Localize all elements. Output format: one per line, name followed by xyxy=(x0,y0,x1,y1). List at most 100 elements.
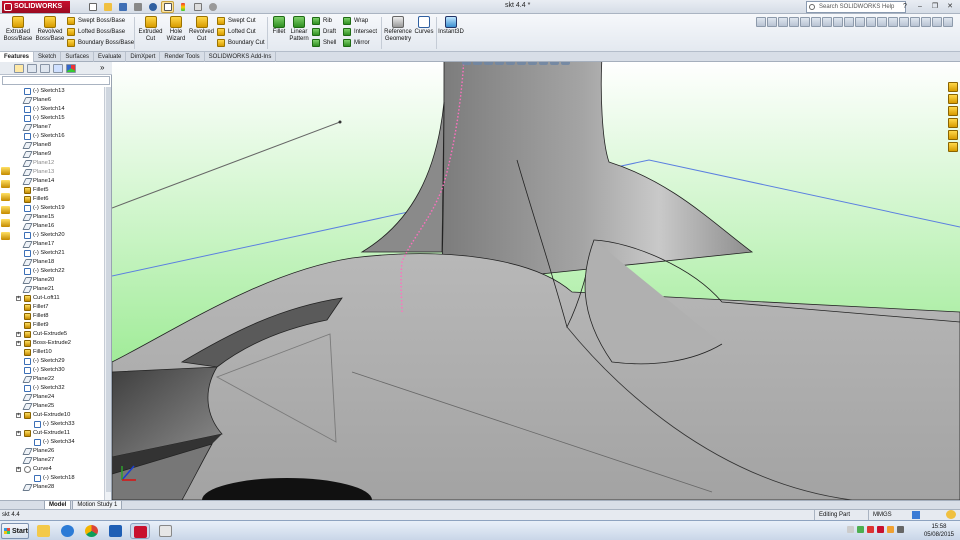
planes-icon[interactable] xyxy=(943,17,953,27)
extruded-cut-button[interactable]: Extruded Cut xyxy=(137,16,164,43)
feature-manager-icon[interactable] xyxy=(14,64,24,73)
appearances-icon[interactable] xyxy=(948,130,958,140)
shadows-icon[interactable] xyxy=(866,17,876,27)
extruded-boss-button[interactable]: Extruded Boss/Base xyxy=(3,16,33,43)
save-button[interactable] xyxy=(116,1,129,13)
close-button[interactable]: ✕ xyxy=(944,1,956,12)
taskbar-outlook[interactable] xyxy=(106,523,126,539)
tab-features[interactable]: Features xyxy=(0,52,35,62)
rib-button[interactable]: Rib xyxy=(311,16,332,26)
perspective-icon[interactable] xyxy=(877,17,887,27)
previous-view-icon[interactable] xyxy=(484,62,493,65)
expand-toggle-icon[interactable]: + xyxy=(16,431,21,436)
camera-icon[interactable] xyxy=(899,17,909,27)
status-notification-icon[interactable] xyxy=(946,510,956,519)
tray-arrow-icon[interactable] xyxy=(847,526,854,533)
graphics-area[interactable] xyxy=(112,62,960,500)
solidworks-logo[interactable]: SOLIDWORKS xyxy=(2,1,70,13)
start-button[interactable]: Start xyxy=(1,523,29,539)
previous-view-icon[interactable] xyxy=(778,17,788,27)
design-library-icon[interactable] xyxy=(948,94,958,104)
scene-icon[interactable] xyxy=(550,62,559,65)
view-orientation-icon[interactable] xyxy=(800,17,810,27)
wrap-button[interactable]: Wrap xyxy=(342,16,368,26)
taskbar-explorer[interactable] xyxy=(34,523,54,539)
tree-scrollbar[interactable] xyxy=(104,87,111,507)
tab-render-tools[interactable]: Render Tools xyxy=(160,52,205,62)
tab-dimxpert[interactable]: DimXpert xyxy=(126,52,161,62)
expand-toggle-icon[interactable]: + xyxy=(16,341,21,346)
dimxpert-manager-icon[interactable] xyxy=(53,64,63,73)
tray-network-icon[interactable] xyxy=(857,526,864,533)
linear-pattern-button[interactable]: Linear Pattern xyxy=(288,16,310,43)
new-button[interactable] xyxy=(86,1,99,13)
lofted-boss-button[interactable]: Lofted Boss/Base xyxy=(66,27,125,37)
tab-sketch[interactable]: Sketch xyxy=(34,52,62,62)
solidworks-resources-icon[interactable] xyxy=(948,82,958,92)
section-view-icon[interactable] xyxy=(495,62,504,65)
zoom-area-icon[interactable] xyxy=(767,17,777,27)
tree-filter-input[interactable] xyxy=(2,76,110,85)
hide-show-icon[interactable] xyxy=(822,17,832,27)
tray-solidworks-icon[interactable] xyxy=(877,526,884,533)
zoom-to-area-icon[interactable] xyxy=(473,62,482,65)
taskbar-paint[interactable] xyxy=(156,523,176,539)
minimize-button[interactable]: – xyxy=(914,1,926,12)
view-settings-icon[interactable] xyxy=(561,62,570,65)
expand-toggle-icon[interactable]: + xyxy=(16,296,21,301)
grid-icon[interactable] xyxy=(921,17,931,27)
sketch-icon[interactable] xyxy=(932,17,942,27)
view-settings-icon[interactable] xyxy=(855,17,865,27)
display-style-icon[interactable] xyxy=(517,62,526,65)
instant3d-button[interactable]: Instant3D xyxy=(437,16,465,36)
file-properties-button[interactable] xyxy=(191,1,204,13)
hide-show-items-icon[interactable] xyxy=(528,62,537,65)
tray-security-icon[interactable] xyxy=(887,526,894,533)
tray-volume-icon[interactable] xyxy=(897,526,904,533)
taskbar-clock[interactable]: 15:58 05/08/2015 xyxy=(924,523,954,539)
boundary-boss-button[interactable]: Boundary Boss/Base xyxy=(66,38,134,48)
scroll-thumb[interactable] xyxy=(106,87,111,492)
shell-button[interactable]: Shell xyxy=(311,38,336,48)
lofted-cut-button[interactable]: Lofted Cut xyxy=(216,27,256,37)
view-palette-icon[interactable] xyxy=(948,118,958,128)
realview-icon[interactable] xyxy=(910,17,920,27)
rebuild-button[interactable] xyxy=(176,1,189,13)
model-view[interactable] xyxy=(112,62,960,500)
undo-button[interactable] xyxy=(146,1,159,13)
open-button[interactable] xyxy=(101,1,114,13)
custom-properties-icon[interactable] xyxy=(948,142,958,152)
mirror-button[interactable]: Mirror xyxy=(342,38,370,48)
view-orientation-icon[interactable] xyxy=(506,62,515,65)
configuration-manager-icon[interactable] xyxy=(40,64,50,73)
file-explorer-icon[interactable] xyxy=(948,106,958,116)
options-button[interactable] xyxy=(206,1,219,13)
tray-app-icon[interactable] xyxy=(867,526,874,533)
display-manager-icon[interactable] xyxy=(66,64,76,73)
swept-cut-button[interactable]: Swept Cut xyxy=(216,16,256,26)
help-icon[interactable]: ? xyxy=(899,1,911,12)
taskbar-solidworks[interactable] xyxy=(130,523,150,539)
expand-toggle-icon[interactable]: + xyxy=(16,467,21,472)
help-icon[interactable] xyxy=(912,511,920,519)
help-search-input[interactable]: Search SOLIDWORKS Help xyxy=(806,1,906,13)
hole-wizard-button[interactable]: Hole Wizard xyxy=(164,16,188,43)
zoom-to-fit-icon[interactable] xyxy=(462,62,471,65)
reference-geometry-button[interactable]: Reference Geometry xyxy=(383,16,413,43)
print-button[interactable] xyxy=(131,1,144,13)
scene-icon[interactable] xyxy=(844,17,854,27)
display-style-icon[interactable] xyxy=(811,17,821,27)
tab-evaluate[interactable]: Evaluate xyxy=(94,52,127,62)
status-unit-system[interactable]: MMGS xyxy=(868,510,910,520)
select-button[interactable] xyxy=(161,1,174,13)
revolved-cut-button[interactable]: Revolved Cut xyxy=(188,16,215,43)
tab-surfaces[interactable]: Surfaces xyxy=(61,52,95,62)
taskbar-media-player[interactable] xyxy=(58,523,78,539)
curves-button[interactable]: Curves xyxy=(413,16,435,36)
zoom-fit-icon[interactable] xyxy=(756,17,766,27)
intersect-button[interactable]: Intersect xyxy=(342,27,377,37)
restore-button[interactable]: ❐ xyxy=(929,1,941,12)
cartoon-icon[interactable] xyxy=(888,17,898,27)
fillet-button[interactable]: Fillet xyxy=(270,16,288,36)
expand-toggle-icon[interactable]: + xyxy=(16,332,21,337)
